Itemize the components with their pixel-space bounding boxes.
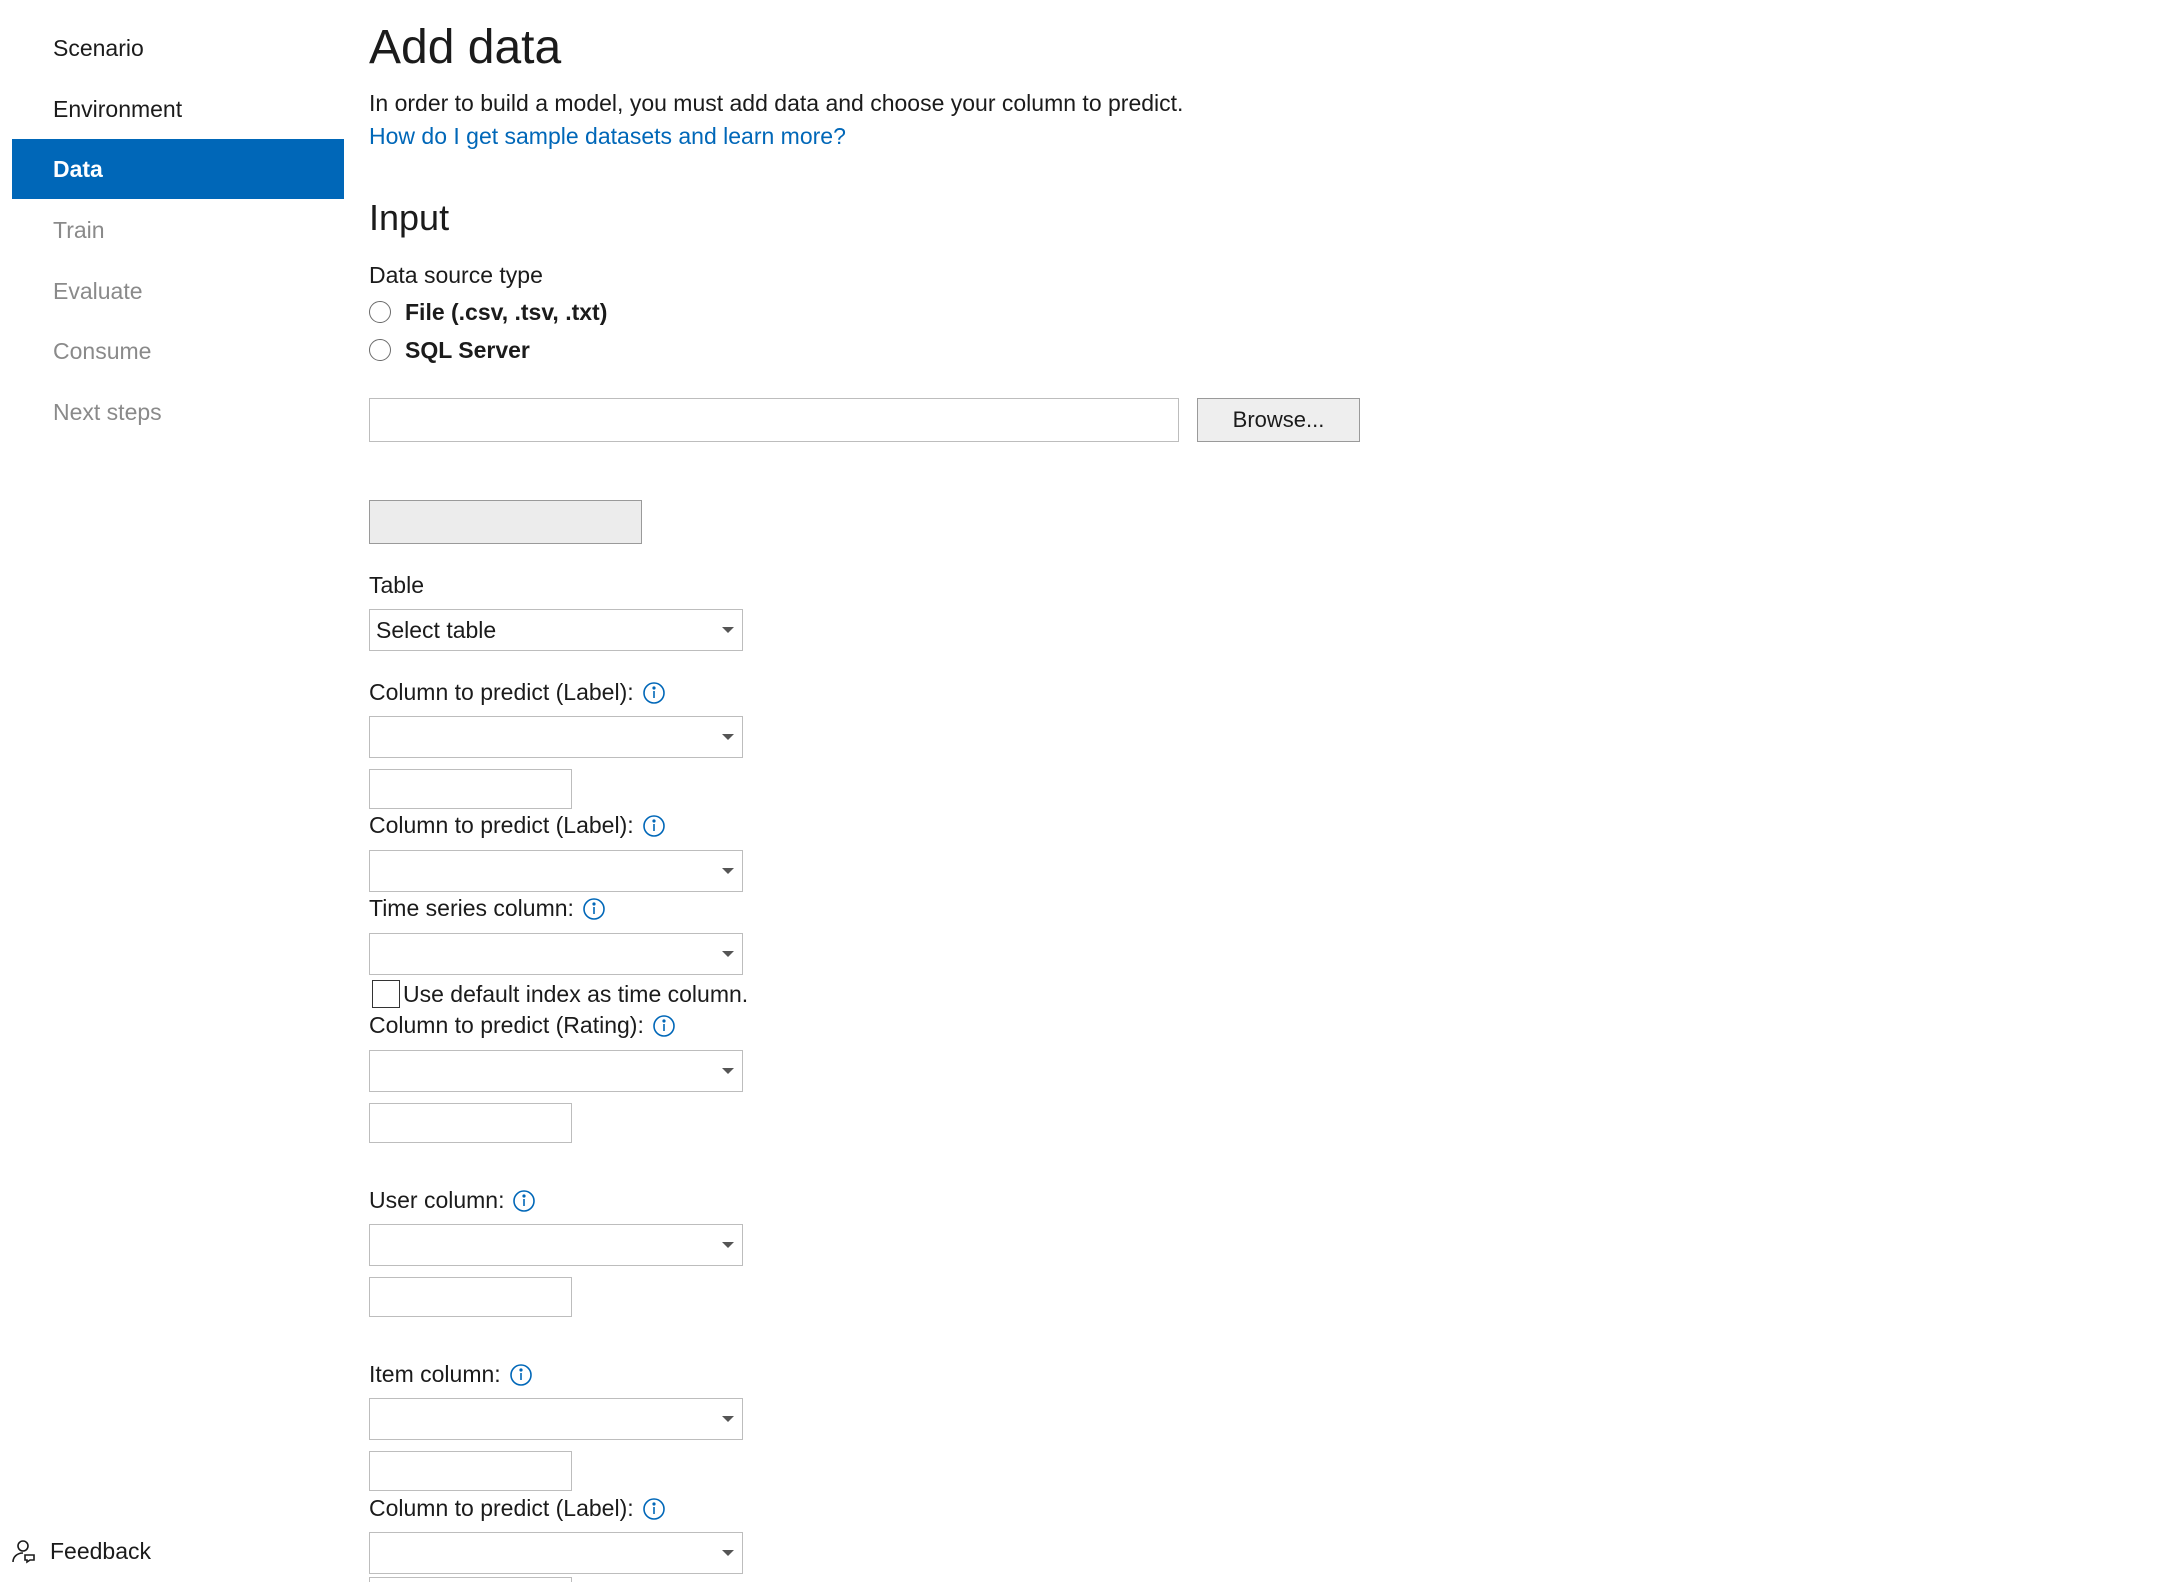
label-column-text-input-1[interactable] xyxy=(369,769,572,809)
rating-column-text-input[interactable] xyxy=(369,1103,572,1143)
time-series-column-text: Time series column: xyxy=(369,895,574,921)
info-icon[interactable] xyxy=(582,897,606,921)
page-title: Add data xyxy=(369,21,562,74)
radio-file-circle[interactable] xyxy=(369,301,391,323)
time-series-column-select[interactable] xyxy=(369,933,743,975)
radio-sql-server[interactable]: SQL Server xyxy=(369,335,530,365)
label-column-text-input-3[interactable] xyxy=(369,1577,572,1582)
column-to-predict-text-1: Column to predict (Label): xyxy=(369,679,634,705)
label-column-select-1[interactable] xyxy=(369,716,743,758)
feedback-button[interactable]: Feedback xyxy=(10,1533,151,1569)
chevron-down-icon xyxy=(722,1550,734,1556)
rating-column-select[interactable] xyxy=(369,1050,743,1092)
item-column-text-input[interactable] xyxy=(369,1451,572,1491)
chevron-down-icon xyxy=(722,951,734,957)
info-icon[interactable] xyxy=(642,814,666,838)
browse-button[interactable]: Browse... xyxy=(1197,398,1360,442)
info-icon[interactable] xyxy=(642,681,666,705)
sidebar-item-consume[interactable]: Consume xyxy=(12,321,344,381)
radio-sql-circle[interactable] xyxy=(369,339,391,361)
user-column-text: User column: xyxy=(369,1187,505,1213)
sidebar: Scenario Environment Data Train Evaluate… xyxy=(0,0,344,1582)
column-to-predict-label-3: Column to predict (Label): xyxy=(369,1495,666,1522)
sidebar-item-train[interactable]: Train xyxy=(12,200,344,260)
feedback-icon xyxy=(12,1540,35,1564)
radio-file-label: File (.csv, .tsv, .txt) xyxy=(405,298,608,325)
chevron-down-icon xyxy=(722,1242,734,1248)
item-column-text: Item column: xyxy=(369,1361,501,1387)
intro-text: In order to build a model, you must add … xyxy=(369,90,1184,116)
sidebar-item-environment[interactable]: Environment xyxy=(12,79,344,139)
table-label: Table xyxy=(369,572,424,598)
info-icon[interactable] xyxy=(509,1363,533,1387)
radio-sql-label: SQL Server xyxy=(405,336,530,363)
sidebar-item-scenario[interactable]: Scenario xyxy=(12,18,344,78)
sidebar-item-evaluate[interactable]: Evaluate xyxy=(12,261,344,321)
sql-connection-button[interactable] xyxy=(369,500,642,544)
default-index-checkbox[interactable] xyxy=(372,980,400,1008)
default-index-checkbox-label: Use default index as time column. xyxy=(403,980,749,1007)
user-column-select[interactable] xyxy=(369,1224,743,1266)
feedback-label: Feedback xyxy=(50,1537,152,1564)
column-to-predict-text-2: Column to predict (Label): xyxy=(369,812,634,838)
column-to-predict-label-1: Column to predict (Label): xyxy=(369,679,666,706)
item-column-select[interactable] xyxy=(369,1398,743,1440)
column-to-predict-label-2: Column to predict (Label): xyxy=(369,812,666,839)
column-to-predict-text-3: Column to predict (Label): xyxy=(369,1495,634,1521)
info-icon[interactable] xyxy=(642,1497,666,1521)
info-icon[interactable] xyxy=(512,1189,536,1213)
main-content: Add data In order to build a model, you … xyxy=(369,0,2149,1582)
chevron-down-icon xyxy=(722,627,734,633)
item-column-label: Item column: xyxy=(369,1361,533,1388)
default-index-checkbox-row[interactable]: Use default index as time column. xyxy=(372,980,748,1008)
time-series-column-label: Time series column: xyxy=(369,895,606,922)
label-column-select-2[interactable] xyxy=(369,850,743,892)
chevron-down-icon xyxy=(722,734,734,740)
column-to-predict-rating-label: Column to predict (Rating): xyxy=(369,1012,676,1039)
sidebar-item-next-steps[interactable]: Next steps xyxy=(12,382,344,442)
table-select-value: Select table xyxy=(376,616,497,643)
column-to-predict-rating-text: Column to predict (Rating): xyxy=(369,1012,644,1038)
file-path-input[interactable] xyxy=(369,398,1179,442)
input-section-title: Input xyxy=(369,197,450,238)
data-source-type-label: Data source type xyxy=(369,262,543,288)
radio-file[interactable]: File (.csv, .tsv, .txt) xyxy=(369,297,607,327)
user-column-label: User column: xyxy=(369,1187,536,1214)
label-column-select-3[interactable] xyxy=(369,1532,743,1574)
user-column-text-input[interactable] xyxy=(369,1277,572,1317)
table-select[interactable]: Select table xyxy=(369,609,743,651)
sidebar-item-data[interactable]: Data xyxy=(12,139,344,199)
info-icon[interactable] xyxy=(652,1014,676,1038)
sample-datasets-link[interactable]: How do I get sample datasets and learn m… xyxy=(369,123,846,150)
chevron-down-icon xyxy=(722,1068,734,1074)
chevron-down-icon xyxy=(722,868,734,874)
chevron-down-icon xyxy=(722,1416,734,1422)
